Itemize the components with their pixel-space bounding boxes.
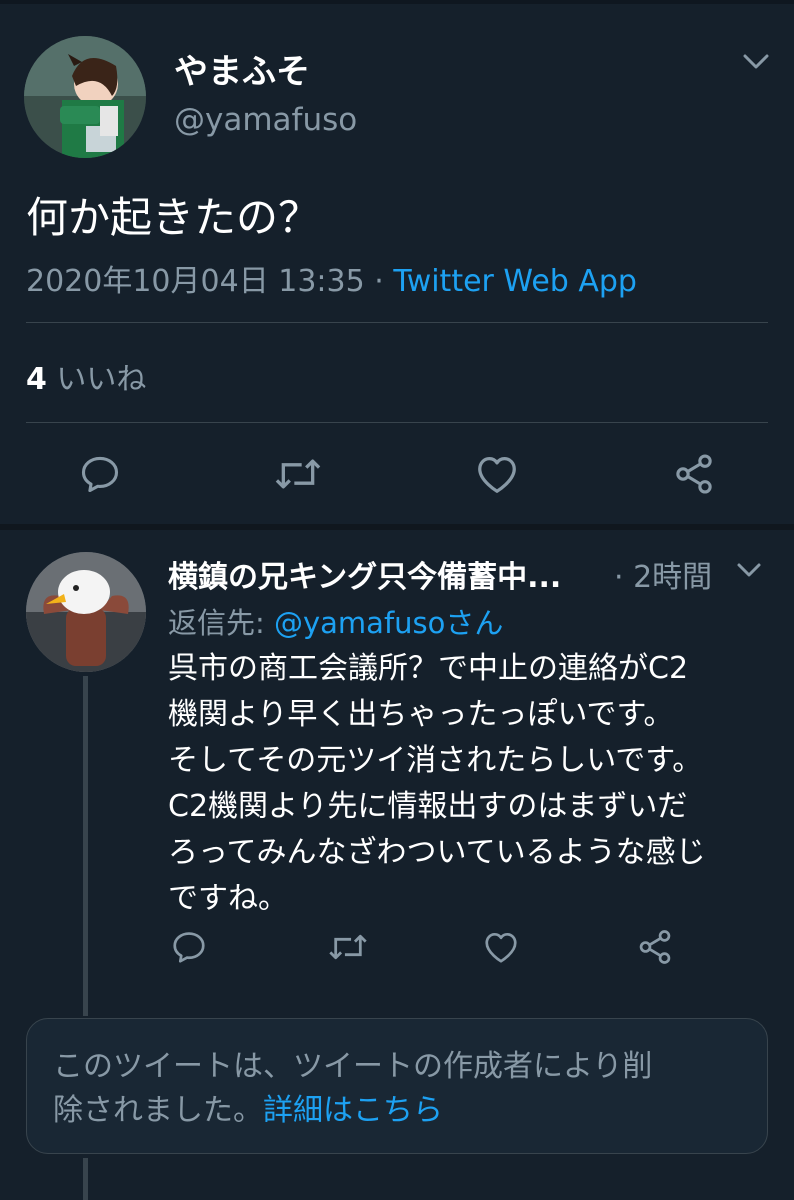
- tweet-text: 何か起きたの？: [26, 193, 321, 242]
- reply-to-label: 返信先:: [168, 606, 265, 640]
- reply-to: 返信先: @yamafusoさん: [168, 600, 503, 642]
- deleted-notice-line: 除されました。詳細はこちら: [53, 1089, 741, 1133]
- meta-separator: ·: [374, 264, 384, 299]
- heart-icon[interactable]: [482, 928, 520, 966]
- learn-more-link[interactable]: 詳細はこちら: [263, 1093, 443, 1128]
- chevron-down-icon[interactable]: [742, 52, 770, 72]
- display-name[interactable]: やまふそ: [174, 44, 310, 93]
- thread-line: [83, 676, 88, 1016]
- reply-timestamp[interactable]: · 2時間: [614, 552, 712, 596]
- tweet-meta: 2020年10月04日 13:35 · Twitter Web App: [26, 256, 637, 300]
- reply-text-line: 機関より早く出ちゃったっぽいです。: [168, 697, 674, 732]
- comment-icon[interactable]: [170, 928, 208, 966]
- reply-text: 呉市の商工会議所？で中止の連絡がC2 機関より早く出ちゃったっぽいです。 そして…: [168, 646, 768, 922]
- reply-text-line: 呉市の商工会議所？で中止の連絡がC2: [168, 651, 689, 686]
- share-icon[interactable]: [672, 452, 716, 496]
- heart-icon[interactable]: [474, 452, 520, 496]
- retweet-icon[interactable]: [328, 928, 368, 966]
- like-count: 4: [26, 362, 47, 397]
- section-separator: [0, 524, 794, 530]
- chevron-down-icon[interactable]: [736, 562, 762, 580]
- avatar[interactable]: [26, 552, 146, 672]
- avatar[interactable]: [24, 36, 146, 158]
- deleted-notice-text: 除されました。: [53, 1093, 263, 1128]
- user-handle[interactable]: @yamafuso: [174, 102, 357, 138]
- like-label: いいね: [56, 362, 147, 397]
- reply-text-line: C2機関より先に情報出すのはまずいだ: [168, 789, 688, 824]
- share-icon[interactable]: [636, 928, 674, 966]
- deleted-notice-line: このツイートは、ツイートの作成者により削: [53, 1049, 653, 1084]
- retweet-icon[interactable]: [274, 452, 322, 496]
- reply-text-line: ろってみんなざわついているような感じ: [168, 835, 706, 870]
- top-border: [0, 0, 794, 4]
- divider: [26, 422, 768, 423]
- divider: [26, 322, 768, 323]
- reply-display-name[interactable]: 横鎮の兄キング只今備蓄中...: [168, 552, 561, 596]
- source-link[interactable]: Twitter Web App: [393, 264, 637, 299]
- timestamp[interactable]: 2020年10月04日 13:35: [26, 264, 365, 299]
- thread-line: [83, 1158, 88, 1200]
- deleted-tweet-notice: このツイートは、ツイートの作成者により削 除されました。詳細はこちら: [26, 1018, 768, 1154]
- likes-stat[interactable]: 4 いいね: [26, 354, 146, 398]
- comment-icon[interactable]: [78, 452, 122, 496]
- reply-to-mention[interactable]: @yamafusoさん: [274, 606, 503, 640]
- reply-text-line: ですね。: [168, 881, 288, 916]
- reply-text-line: そしてその元ツイ消されたらしいです。: [168, 743, 703, 778]
